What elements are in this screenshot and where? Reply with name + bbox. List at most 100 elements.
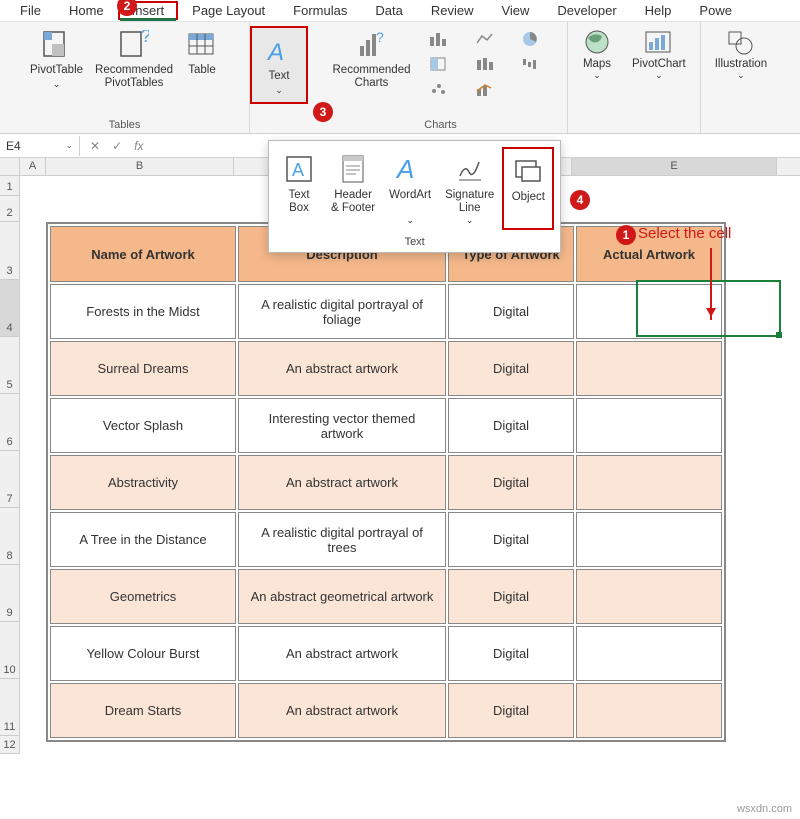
cell[interactable]: Surreal Dreams	[50, 341, 236, 396]
menu-formulas[interactable]: Formulas	[279, 1, 361, 20]
signature-line-button[interactable]: Signature Line ⌄	[439, 147, 500, 230]
text-dropdown-button[interactable]: A Text⌄	[250, 26, 308, 104]
pivottable-button[interactable]: PivotTable⌄	[26, 26, 87, 92]
row-header[interactable]: 3	[0, 222, 19, 280]
row-header[interactable]: 10	[0, 622, 19, 679]
row-header[interactable]: 7	[0, 451, 19, 508]
recommended-pivot-icon: ?	[117, 28, 151, 62]
select-all-corner[interactable]	[0, 158, 20, 175]
svg-text:?: ?	[376, 30, 384, 45]
object-icon	[510, 153, 546, 189]
name-box[interactable]: E4⌄	[0, 136, 80, 156]
recommended-charts-button[interactable]: ? Recommended Charts	[329, 26, 415, 92]
menu-review[interactable]: Review	[417, 1, 488, 20]
chart-stat-button[interactable]	[470, 53, 500, 75]
confirm-icon[interactable]: ✓	[112, 139, 122, 153]
cell[interactable]	[576, 455, 722, 510]
cancel-icon[interactable]: ✕	[90, 139, 100, 153]
menu-help[interactable]: Help	[631, 1, 686, 20]
svg-text:A: A	[395, 154, 414, 184]
cell[interactable]: Digital	[448, 569, 574, 624]
cell[interactable]: Digital	[448, 683, 574, 738]
menu-pagelayout[interactable]: Page Layout	[178, 1, 279, 20]
pivottable-icon	[40, 28, 74, 62]
col-header-b[interactable]: B	[46, 158, 234, 175]
menu-view[interactable]: View	[487, 1, 543, 20]
chart-scatter-button[interactable]	[424, 78, 454, 100]
wordart-button[interactable]: A WordArt⌄	[383, 147, 437, 230]
cell[interactable]: Interesting vector themed artwork	[238, 398, 446, 453]
chart-pie-button[interactable]	[516, 28, 546, 50]
cell[interactable]: An abstract geometrical artwork	[238, 569, 446, 624]
cell[interactable]: Digital	[448, 284, 574, 339]
menu-power[interactable]: Powe	[685, 1, 746, 20]
menu-developer[interactable]: Developer	[543, 1, 630, 20]
menu-home[interactable]: Home	[55, 1, 118, 20]
cell[interactable]: A realistic digital portrayal of foliage	[238, 284, 446, 339]
cell[interactable]: Abstractivity	[50, 455, 236, 510]
cell[interactable]	[576, 569, 722, 624]
cell[interactable]: A realistic digital portrayal of trees	[238, 512, 446, 567]
chart-combo-button[interactable]	[470, 78, 500, 100]
row-header[interactable]: 4	[0, 280, 19, 337]
cell[interactable]: An abstract artwork	[238, 683, 446, 738]
textbox-button[interactable]: A Text Box	[275, 147, 323, 230]
header-footer-button[interactable]: Header & Footer	[325, 147, 381, 230]
row-header[interactable]: 5	[0, 337, 19, 394]
cell[interactable]: An abstract artwork	[238, 455, 446, 510]
row-header[interactable]: 1	[0, 176, 19, 196]
fill-handle[interactable]	[776, 332, 782, 338]
cell[interactable]: Digital	[448, 398, 574, 453]
chart-column-button[interactable]	[424, 28, 454, 50]
object-button[interactable]: Object	[502, 147, 554, 230]
cell[interactable]: Digital	[448, 512, 574, 567]
cell[interactable]: Vector Splash	[50, 398, 236, 453]
row-header[interactable]: 11	[0, 679, 19, 736]
cell[interactable]: An abstract artwork	[238, 341, 446, 396]
recommended-charts-icon: ?	[354, 28, 388, 62]
data-table: Name of Artwork Description Type of Artw…	[46, 222, 726, 742]
chart-hierarchy-button[interactable]	[424, 53, 454, 75]
spreadsheet-grid[interactable]: 1 2 3 4 5 6 7 8 9 10 11 12 Name of Artwo…	[0, 176, 800, 816]
recommended-pivottables-button[interactable]: ? Recommended PivotTables	[91, 26, 177, 92]
cell[interactable]: Forests in the Midst	[50, 284, 236, 339]
row-header[interactable]: 2	[0, 196, 19, 222]
cell[interactable]: Digital	[448, 341, 574, 396]
chart-waterfall-button[interactable]	[516, 53, 546, 75]
menu-data[interactable]: Data	[361, 1, 416, 20]
cell[interactable]	[576, 341, 722, 396]
cell[interactable]	[576, 683, 722, 738]
cell[interactable]	[576, 626, 722, 681]
text-dropdown-panel: A Text Box Header & Footer A WordArt⌄ Si…	[268, 140, 561, 253]
illustrations-button[interactable]: Illustration⌄	[709, 26, 773, 83]
table-icon	[185, 28, 219, 62]
row-header[interactable]: 8	[0, 508, 19, 565]
header-footer-icon	[335, 151, 371, 187]
menu-file[interactable]: File	[6, 1, 55, 20]
row-header[interactable]: 6	[0, 394, 19, 451]
cell[interactable]: Geometrics	[50, 569, 236, 624]
fx-icon[interactable]: fx	[134, 139, 143, 153]
svg-text:?: ?	[141, 30, 149, 46]
col-header-a[interactable]: A	[20, 158, 46, 175]
svg-text:A: A	[266, 39, 284, 66]
table-button[interactable]: Table	[181, 26, 223, 79]
annotation-text: Select the cell	[638, 225, 731, 242]
chart-line-button[interactable]	[470, 28, 500, 50]
row-header[interactable]: 12	[0, 736, 19, 754]
cell[interactable]	[576, 398, 722, 453]
cell[interactable]: An abstract artwork	[238, 626, 446, 681]
pivotchart-button[interactable]: PivotChart⌄	[626, 26, 692, 83]
step-badge-1: 1	[616, 225, 636, 245]
col-header-e[interactable]: E	[572, 158, 777, 175]
textbox-icon: A	[281, 151, 317, 187]
svg-text:A: A	[292, 160, 304, 180]
cell[interactable]: Digital	[448, 455, 574, 510]
cell[interactable]: Digital	[448, 626, 574, 681]
maps-button[interactable]: Maps⌄	[576, 26, 618, 83]
cell[interactable]: A Tree in the Distance	[50, 512, 236, 567]
cell[interactable]: Yellow Colour Burst	[50, 626, 236, 681]
cell[interactable]: Dream Starts	[50, 683, 236, 738]
row-header[interactable]: 9	[0, 565, 19, 622]
cell[interactable]	[576, 512, 722, 567]
